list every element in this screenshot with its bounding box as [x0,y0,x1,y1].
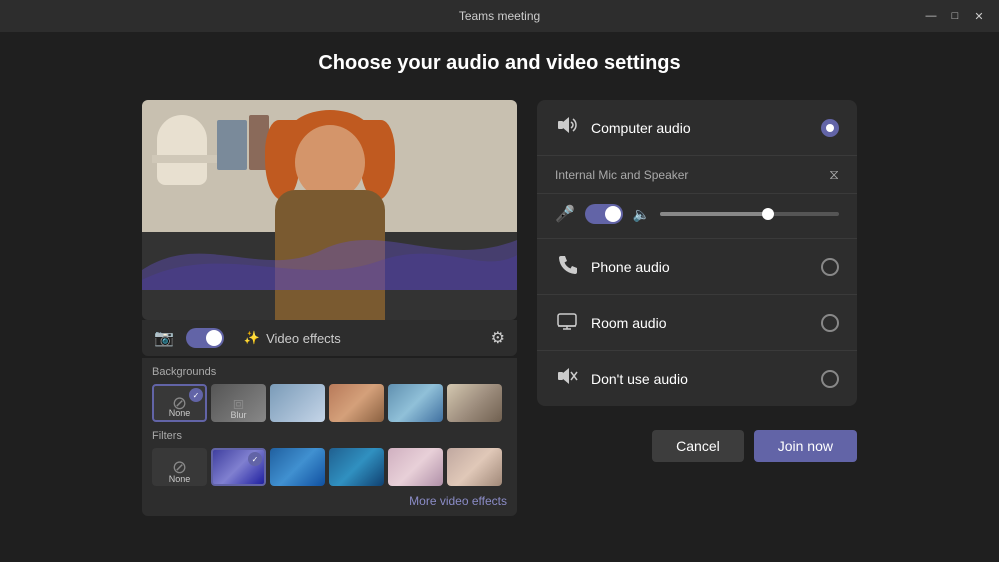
filters-label: Filters [152,430,507,442]
f-none-thumb[interactable]: ⊘ None [152,448,207,486]
no-audio-label: Don't use audio [591,371,809,387]
join-now-button[interactable]: Join now [754,430,857,462]
cancel-button[interactable]: Cancel [652,430,744,462]
audio-card: Computer audio Internal Mic and Speaker … [537,100,857,406]
bg-1-thumb[interactable] [270,384,325,422]
bg-none-thumb[interactable]: ⊘ ✓ None [152,384,207,422]
video-effects-icon: ✨ [244,330,260,346]
video-effects-button[interactable]: ✨ Video effects [244,330,341,346]
main-content: 📷 ✨ Video effects ⚙ Backgrounds ⊘ ✓ None… [0,100,999,516]
minimize-button[interactable]: — [923,8,939,24]
shelf [152,155,217,163]
no-audio-icon [555,365,579,392]
video-panel: 📷 ✨ Video effects ⚙ Backgrounds ⊘ ✓ None… [142,100,517,516]
wave-overlay [142,210,517,290]
bg-blur-label: Blur [230,410,246,420]
filters-row: ⊘ None ✓ [152,448,507,486]
window-controls: — □ ✕ [923,8,987,24]
computer-audio-icon [555,114,579,141]
f-4-thumb[interactable] [388,448,443,486]
camera-icon: 📷 [154,328,174,348]
f-selected-badge: ✓ [248,452,262,466]
f-none-label: None [169,474,191,484]
selected-badge: ✓ [189,388,203,402]
title-bar: Teams meeting — □ ✕ [0,0,999,32]
hair-right [360,120,395,200]
mic-controls: 🎤 🔈 [537,194,857,239]
no-audio-radio[interactable] [821,370,839,388]
camera-toggle[interactable] [186,328,224,348]
effects-panels: Backgrounds ⊘ ✓ None ⧈ Blur Filters [142,358,517,516]
mic-toggle[interactable] [585,204,623,224]
phone-audio-icon [555,253,579,280]
speaker-icon: 🔈 [633,206,650,223]
f-5-thumb[interactable] [447,448,502,486]
phone-audio-label: Phone audio [591,259,809,275]
mic-speaker-row: Internal Mic and Speaker ⧖ [537,156,857,194]
computer-audio-radio[interactable] [821,119,839,137]
phone-audio-radio[interactable] [821,258,839,276]
volume-thumb[interactable] [762,208,774,220]
room-audio-option[interactable]: Room audio [537,295,857,351]
window-title: Teams meeting [459,9,540,23]
no-audio-option[interactable]: Don't use audio [537,351,857,406]
bg-blur-thumb[interactable]: ⧈ Blur [211,384,266,422]
backgrounds-row: ⊘ ✓ None ⧈ Blur [152,384,507,422]
book1 [217,120,247,170]
backgrounds-label: Backgrounds [152,366,507,378]
video-settings-button[interactable]: ⚙ [491,328,505,348]
action-buttons: Cancel Join now [537,430,857,462]
f-1-thumb[interactable]: ✓ [211,448,266,486]
mic-speaker-label: Internal Mic and Speaker [555,168,819,182]
audio-settings-icon[interactable]: ⧖ [829,166,839,183]
face [295,125,365,200]
page-title: Choose your audio and video settings [0,52,999,75]
volume-slider[interactable] [660,212,839,216]
bg-2-thumb[interactable] [329,384,384,422]
more-effects-button[interactable]: More video effects [152,494,507,508]
video-controls-bar: 📷 ✨ Video effects ⚙ [142,320,517,356]
room-audio-icon [555,309,579,336]
room-audio-radio[interactable] [821,314,839,332]
room-audio-label: Room audio [591,315,809,331]
bg-4-thumb[interactable] [447,384,502,422]
computer-audio-label: Computer audio [591,120,809,136]
maximize-button[interactable]: □ [947,8,963,24]
volume-fill [660,212,767,216]
video-effects-label: Video effects [266,331,341,346]
f-2-thumb[interactable] [270,448,325,486]
f-3-thumb[interactable] [329,448,384,486]
audio-panel: Computer audio Internal Mic and Speaker … [537,100,857,516]
bg-none-label: None [169,408,191,418]
lamp [157,115,207,185]
mic-icon: 🎤 [555,204,575,224]
phone-audio-option[interactable]: Phone audio [537,239,857,295]
video-preview [142,100,517,320]
close-button[interactable]: ✕ [971,8,987,24]
computer-audio-option[interactable]: Computer audio [537,100,857,156]
bg-3-thumb[interactable] [388,384,443,422]
